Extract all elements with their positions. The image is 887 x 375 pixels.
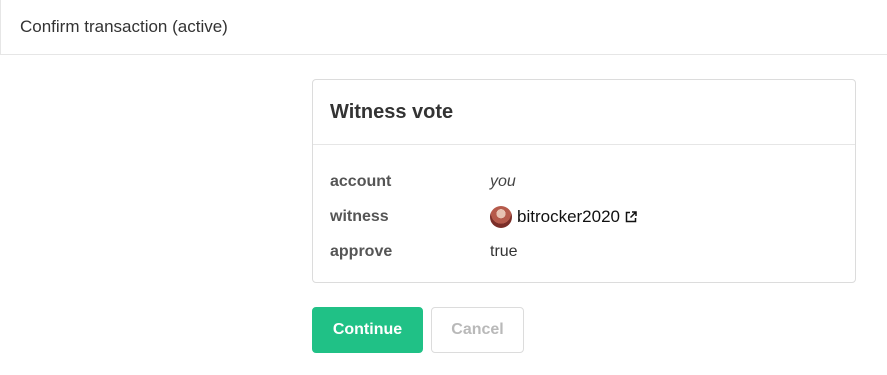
page-header: Confirm transaction (active) <box>0 0 887 55</box>
field-row-approve: approve true <box>313 234 855 269</box>
field-key: account <box>330 172 392 190</box>
witness-link[interactable]: bitrocker2020 <box>490 205 637 228</box>
page-title: Confirm transaction (active) <box>20 17 228 36</box>
external-link-icon[interactable] <box>625 210 637 223</box>
field-value: true <box>490 242 518 260</box>
field-row-witness: witness bitrocker2020 <box>313 199 855 234</box>
operation-card: Witness vote account you witness bitrock… <box>312 79 856 283</box>
field-value: you <box>490 172 516 190</box>
witness-name[interactable]: bitrocker2020 <box>517 207 620 227</box>
field-row-account: account you <box>313 164 855 199</box>
field-key: witness <box>330 207 389 225</box>
operation-fields: account you witness bitrocker2020 approv… <box>313 145 855 269</box>
cancel-button[interactable]: Cancel <box>431 307 524 353</box>
continue-button[interactable]: Continue <box>312 307 423 353</box>
avatar <box>490 205 512 228</box>
field-key: approve <box>330 242 393 260</box>
operation-title: Witness vote <box>313 80 855 145</box>
